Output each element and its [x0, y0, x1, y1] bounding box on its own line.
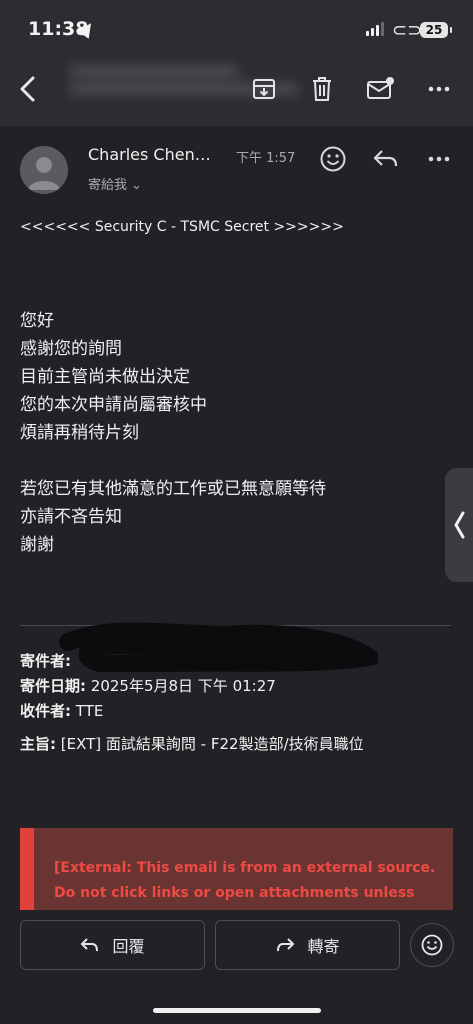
subject-value: [EXT] 面試結果詢問 - F22製造部/技術員職位	[60, 735, 364, 753]
reply-icon[interactable]	[371, 144, 401, 174]
forward-button[interactable]: 轉寄	[215, 920, 400, 970]
external-warning-banner: [External: This email is from an externa…	[20, 828, 453, 912]
forward-arrow-icon	[277, 938, 295, 952]
body-line: 謝謝	[20, 535, 54, 555]
emoji-icon[interactable]	[318, 144, 348, 174]
link-icon: ⊂⊃	[392, 20, 423, 41]
avatar	[20, 146, 68, 194]
date-label: 寄件日期:	[20, 677, 86, 695]
mark-unread-icon[interactable]	[365, 74, 395, 104]
chevron-down-icon: ⌄	[131, 178, 143, 193]
warning-line: [External: This email is from an externa…	[54, 860, 436, 876]
forward-label: 轉寄	[307, 937, 340, 956]
body-line: 亦請不吝告知	[20, 507, 122, 527]
reply-arrow-icon	[81, 938, 99, 952]
to-label: 收件者:	[20, 702, 71, 720]
trash-icon[interactable]	[307, 74, 337, 104]
home-indicator	[153, 1008, 321, 1013]
sender-name[interactable]: Charles Chen…	[88, 145, 211, 164]
more-icon[interactable]	[424, 74, 454, 104]
back-icon[interactable]	[12, 74, 42, 104]
sent-time: 下午 1:57	[236, 151, 296, 166]
side-panel-handle[interactable]	[445, 468, 473, 582]
emoji-icon	[421, 934, 443, 956]
body-line: 若您已有其他滿意的工作或已無意願等待	[20, 479, 326, 499]
forward-subject: 主旨: [EXT] 面試結果詢問 - F22製造部/技術員職位	[20, 733, 364, 754]
body-line: 感謝您的詢問	[20, 339, 122, 359]
body-line: 您的本次申請尚屬審核中	[20, 395, 207, 415]
body-line: 煩請再稍待片刻	[20, 423, 139, 443]
message-more-icon[interactable]	[424, 144, 454, 174]
forward-date: 寄件日期: 2025年5月8日 下午 01:27	[20, 675, 276, 696]
forward-to: 收件者: TTE	[20, 700, 103, 721]
archive-icon[interactable]	[249, 74, 279, 104]
to-value: TTE	[75, 702, 104, 720]
body-line: 您好	[20, 311, 54, 331]
recipient-line[interactable]: 寄給我 ⌄	[88, 174, 142, 193]
signal-icon	[366, 22, 384, 36]
recipient-label: 寄給我	[88, 178, 128, 193]
emoji-reaction-button[interactable]	[410, 923, 454, 967]
reply-button[interactable]: 回覆	[20, 920, 205, 970]
warning-line: Do not click links or open attachments u…	[54, 885, 415, 901]
reply-label: 回覆	[112, 937, 145, 956]
date-value: 2025年5月8日 下午 01:27	[90, 677, 276, 695]
redaction-scribble	[59, 622, 378, 672]
body-line: 目前主管尚未做出決定	[20, 367, 190, 387]
subject-label: 主旨:	[20, 735, 56, 753]
classification-banner: <<<<<< Security C - TSMC Secret >>>>>>	[20, 219, 344, 235]
battery-icon: 25	[420, 22, 452, 38]
